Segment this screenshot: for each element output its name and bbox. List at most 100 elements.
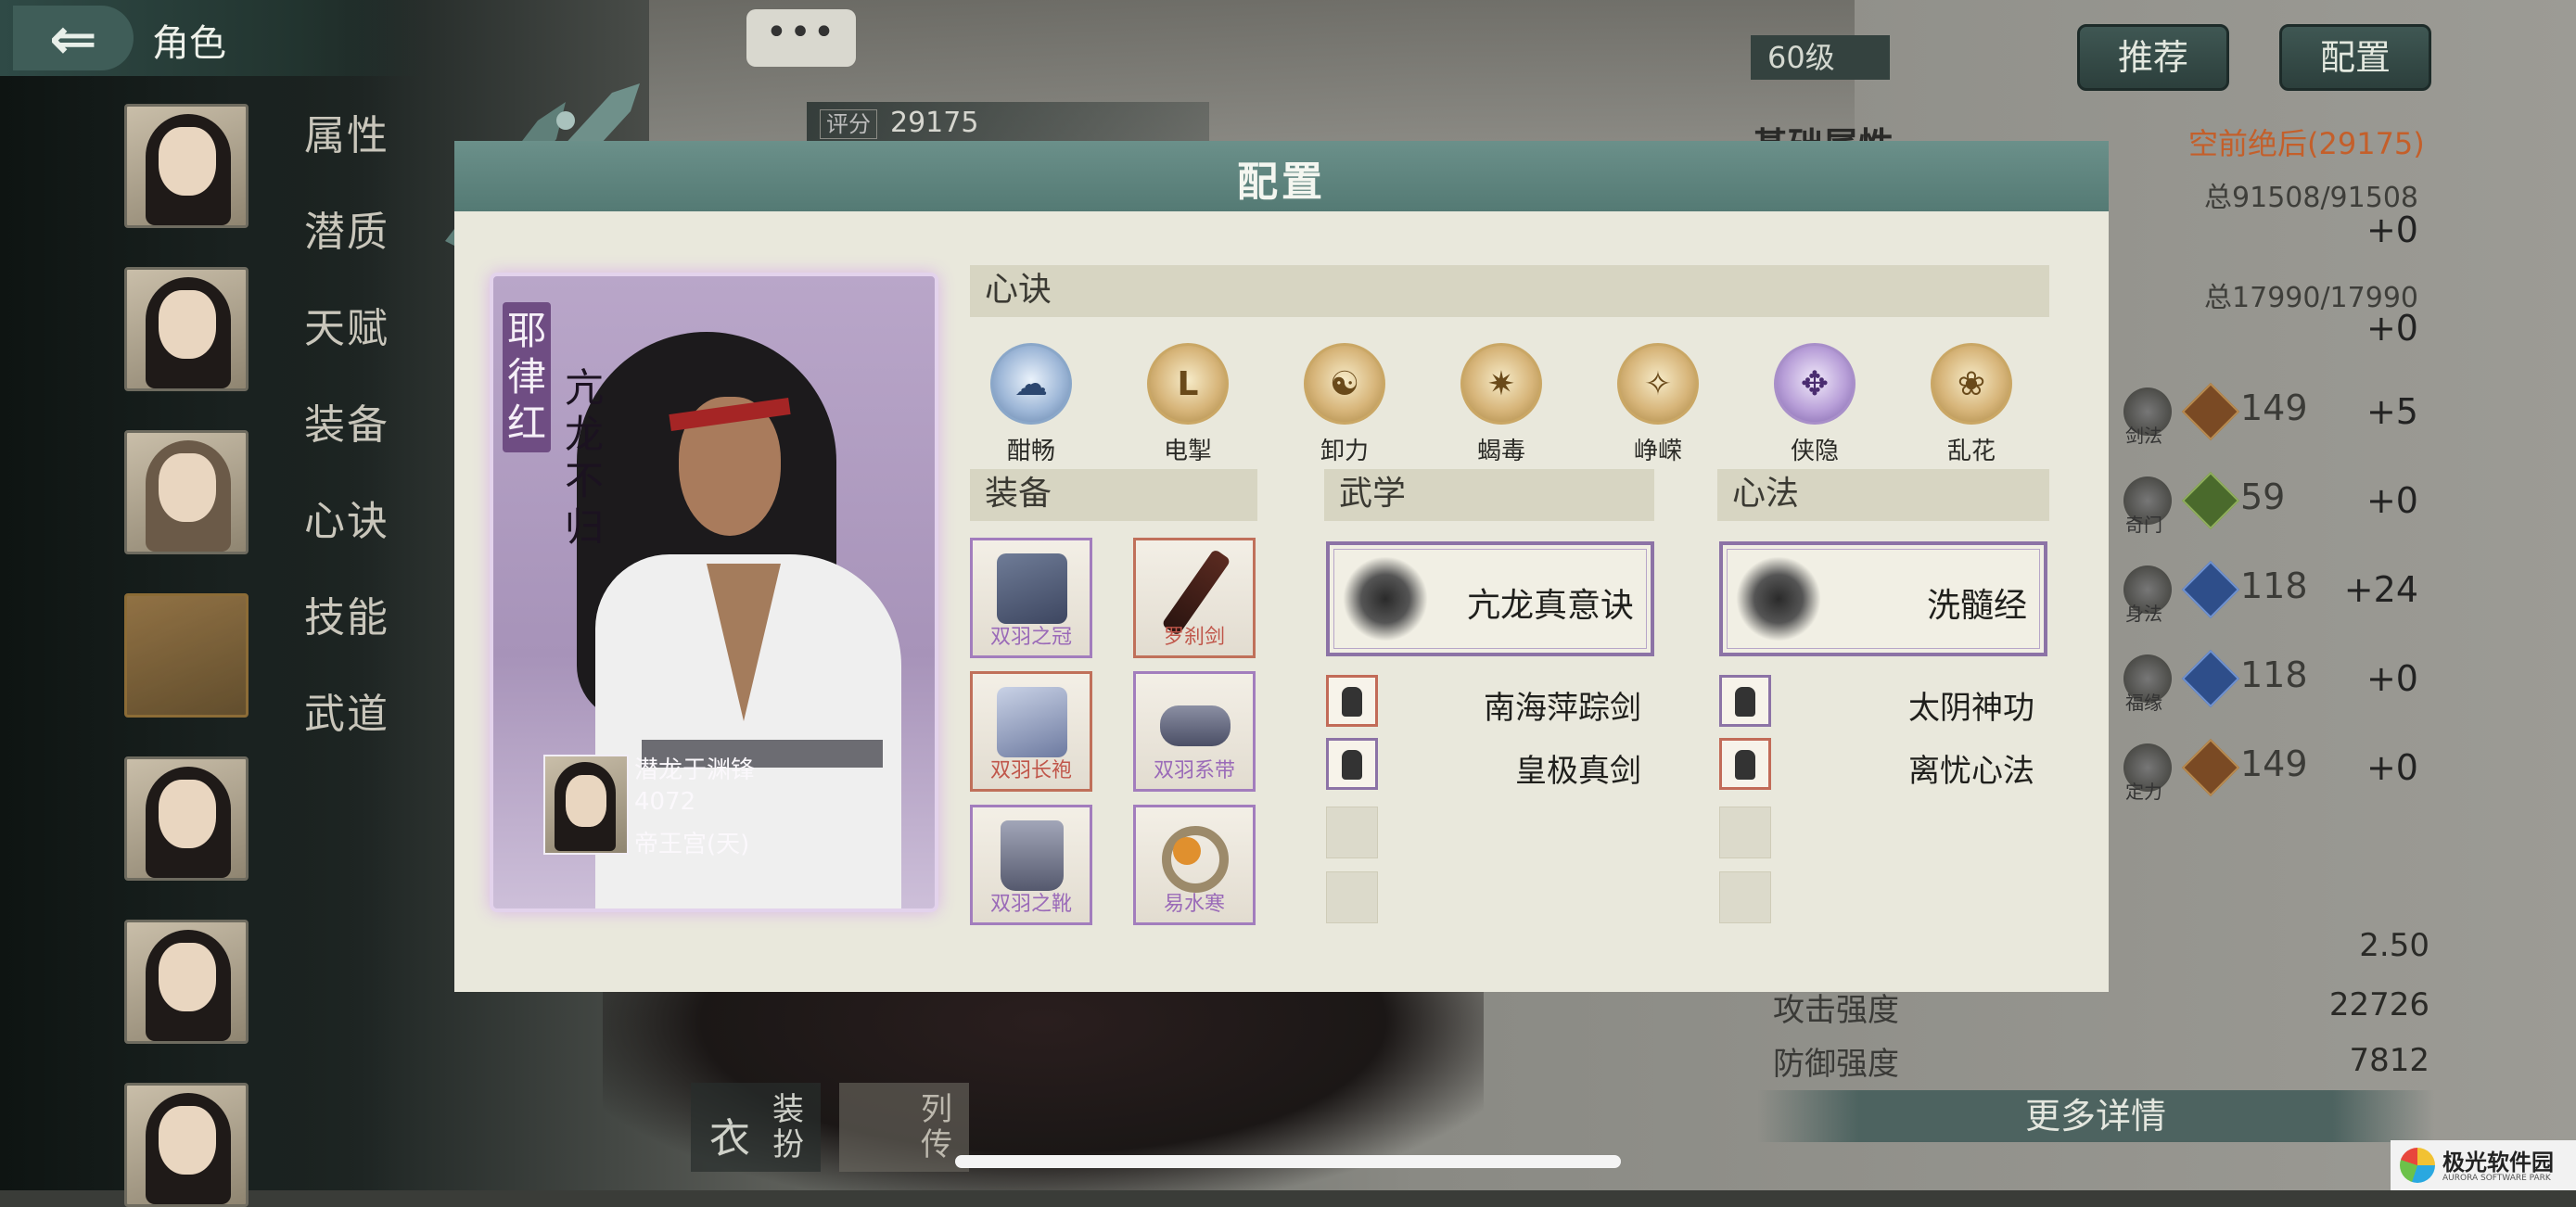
- hp-bonus: +0: [2366, 210, 2418, 250]
- sword-art-icon: [1326, 675, 1378, 727]
- empty-wuxue-slot[interactable]: [1326, 871, 1378, 923]
- empty-wuxue-slot[interactable]: [1326, 807, 1378, 858]
- equip-slot-sword[interactable]: 罗刹剑: [1133, 538, 1256, 658]
- defense-value: 7812: [2349, 1042, 2429, 1079]
- wuxue-header: 武学: [1324, 469, 1654, 521]
- recommend-button[interactable]: 推荐: [2077, 24, 2229, 91]
- score-value: 29175: [890, 107, 979, 139]
- xinjue-orb-icon: ❀: [1931, 343, 2012, 425]
- owner-name: 潜龙于渊锋: [634, 756, 756, 784]
- equip-slot-ring[interactable]: 易水寒: [1133, 805, 1256, 925]
- meditation-icon: [1736, 556, 1821, 642]
- dialog-title: 配置: [1237, 159, 1326, 206]
- xinjue-orb-icon: ☁: [990, 343, 1072, 425]
- grade-diamond-icon: [2181, 560, 2240, 619]
- skill-bonus: +24: [2343, 569, 2418, 610]
- defense-label: 防御强度: [1773, 1046, 1899, 1083]
- mp-bonus: +0: [2366, 308, 2418, 349]
- sidebar-item-talent[interactable]: 天赋: [304, 295, 389, 354]
- hero-name: 耶律红: [503, 302, 551, 452]
- inner-art-icon: [1719, 675, 1771, 727]
- watermark: 极光软件园 AURORA SOFTWARE PARK: [2391, 1140, 2576, 1190]
- xinjue-orb-icon: ✷: [1460, 343, 1542, 425]
- character-portrait[interactable]: [124, 267, 249, 391]
- sidebar-item-skills[interactable]: 技能: [304, 584, 389, 643]
- wuxue-slot[interactable]: 皇极真剑: [1326, 738, 1641, 792]
- skill-bonus: +5: [2366, 391, 2418, 432]
- sidebar-item-wudao[interactable]: 武道: [304, 680, 389, 740]
- home-indicator[interactable]: [955, 1155, 1621, 1168]
- sidebar: 属性 潜质 天赋 装备 心诀 技能 武道: [0, 76, 399, 1207]
- xinfa-main-slot[interactable]: 洗髓经: [1719, 541, 2047, 656]
- xinjue-item[interactable]: L 电掣: [1128, 343, 1248, 466]
- sidebar-item-xinjue[interactable]: 心诀: [304, 488, 389, 547]
- sidebar-item-attributes[interactable]: 属性: [304, 102, 389, 161]
- grade-diamond-icon: [2181, 738, 2240, 797]
- biography-button[interactable]: 列传: [839, 1083, 969, 1172]
- level-badge: 60级: [1751, 35, 1890, 80]
- ring-icon: [1162, 826, 1229, 893]
- xinjue-item[interactable]: ☯ 卸力: [1284, 343, 1405, 466]
- skill-bonus: +0: [2366, 747, 2418, 788]
- config-button[interactable]: 配置: [2279, 24, 2431, 91]
- xinfa-slot[interactable]: 离忧心法: [1719, 738, 2034, 792]
- back-button[interactable]: ⇐: [13, 4, 134, 72]
- dress-up-button[interactable]: 衣装扮: [691, 1083, 821, 1172]
- owner-avatar: [543, 755, 629, 855]
- character-portrait[interactable]: [124, 104, 249, 228]
- robe-icon: 衣: [709, 1115, 750, 1163]
- xinjue-orb-icon: L: [1147, 343, 1229, 425]
- wuxue-slot[interactable]: 南海萍踪剑: [1326, 675, 1641, 729]
- chat-button[interactable]: •••: [746, 9, 856, 67]
- xinjue-orb-icon: ✥: [1774, 343, 1855, 425]
- equip-header: 装备: [970, 469, 1257, 521]
- belt-icon: [1160, 705, 1231, 746]
- equip-slot-crown[interactable]: 双羽之冠: [970, 538, 1092, 658]
- owner-score: 4072: [634, 788, 696, 816]
- empty-xinfa-slot[interactable]: [1719, 871, 1771, 923]
- more-details-button[interactable]: 更多详情: [1757, 1090, 2434, 1142]
- equip-slot-belt[interactable]: 双羽系带: [1133, 671, 1256, 792]
- sidebar-item-potential[interactable]: 潜质: [304, 198, 389, 258]
- xinjue-orb-icon: ✧: [1617, 343, 1699, 425]
- xinjue-item[interactable]: ✧ 峥嵘: [1598, 343, 1718, 466]
- crown-icon: [997, 553, 1067, 624]
- empty-xinfa-slot[interactable]: [1719, 807, 1771, 858]
- character-portrait[interactable]: [124, 1083, 249, 1207]
- grade-diamond-icon: [2181, 471, 2240, 530]
- wuxue-main-slot[interactable]: 亢龙真意诀: [1326, 541, 1654, 656]
- skill-bonus: +0: [2366, 480, 2418, 521]
- character-portrait[interactable]: [124, 920, 249, 1044]
- equip-slot-boots[interactable]: 双羽之靴: [970, 805, 1092, 925]
- sword-art-icon: [1326, 738, 1378, 790]
- robe-icon: [997, 687, 1067, 757]
- owner-guild: 帝王宫(天): [634, 831, 750, 858]
- character-portrait[interactable]: [124, 756, 249, 881]
- score-bar: 评分 29175: [807, 102, 1209, 145]
- hero-title: 亢龙不归: [564, 365, 604, 550]
- rating-text: 空前绝后(29175): [2188, 126, 2425, 161]
- grade-diamond-icon: [2181, 382, 2240, 441]
- score-label: 评分: [820, 109, 877, 139]
- character-portrait-selected[interactable]: [124, 593, 249, 718]
- xinjue-item[interactable]: ✥ 侠隐: [1754, 343, 1875, 466]
- character-portrait[interactable]: [124, 430, 249, 554]
- grade-diamond-icon: [2181, 649, 2240, 708]
- xinfa-header: 心法: [1717, 469, 2049, 521]
- xinjue-item[interactable]: ☁ 酣畅: [971, 343, 1091, 466]
- arrow-left-icon: ⇐: [49, 4, 97, 72]
- xinfa-slot[interactable]: 太阴神功: [1719, 675, 2034, 729]
- xinjue-item[interactable]: ✷ 蝎毒: [1441, 343, 1562, 466]
- page-title: 角色: [152, 22, 226, 65]
- boots-icon: [1001, 820, 1064, 891]
- inner-art-icon: [1719, 738, 1771, 790]
- stat-value: 2.50: [2359, 927, 2429, 964]
- dialog-header: 配置: [454, 141, 2109, 211]
- xinjue-item[interactable]: ❀ 乱花: [1911, 343, 2032, 466]
- sidebar-item-equipment[interactable]: 装备: [304, 391, 389, 451]
- martial-art-icon: [1343, 556, 1428, 642]
- xinjue-orb-icon: ☯: [1304, 343, 1385, 425]
- equip-slot-robe[interactable]: 双羽长袍: [970, 671, 1092, 792]
- skill-bonus: +0: [2366, 658, 2418, 699]
- xinjue-header: 心诀: [970, 265, 2049, 317]
